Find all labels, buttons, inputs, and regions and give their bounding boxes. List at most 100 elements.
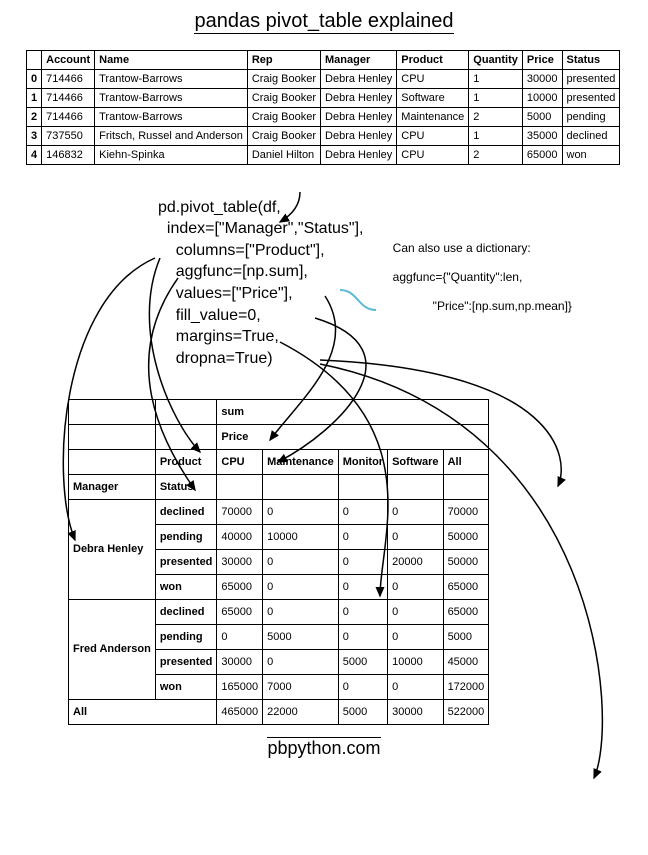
cell: 65000 (443, 574, 489, 599)
table-row: Fred Andersondeclined6500000065000 (69, 599, 489, 624)
code-line: dropna=True) (158, 350, 273, 367)
cell: 0 (263, 574, 339, 599)
pivot-manager-cell: Debra Henley (69, 499, 156, 599)
row-index: 4 (27, 146, 42, 165)
cell: 50000 (443, 549, 489, 574)
code-line: aggfunc=[np.sum], (158, 263, 308, 280)
cell: 172000 (443, 674, 489, 699)
cell: Debra Henley (321, 70, 397, 89)
source-column-header: Account (42, 51, 95, 70)
pivot-aggfunc-header: sum (217, 399, 489, 424)
pivot-column-header: Software (388, 449, 443, 474)
cell: Craig Booker (247, 127, 320, 146)
pivot-manager-cell: Fred Anderson (69, 599, 156, 699)
cell: 0 (338, 549, 387, 574)
cell: 35000 (522, 127, 562, 146)
cell: 30000 (217, 549, 263, 574)
cell: 0 (338, 499, 387, 524)
source-column-header: Rep (247, 51, 320, 70)
code-line: columns=["Product"], (158, 242, 325, 259)
cell: Trantow-Barrows (95, 108, 248, 127)
source-column-header: Product (397, 51, 469, 70)
cell: presented (562, 70, 620, 89)
footer-attribution: pbpython.com (267, 737, 380, 759)
table-row: 0714466Trantow-BarrowsCraig BookerDebra … (27, 70, 620, 89)
cell: 65000 (522, 146, 562, 165)
cell: 1 (469, 127, 523, 146)
cell: 65000 (443, 599, 489, 624)
pivot-total-cell: 30000 (388, 699, 443, 724)
cell: 70000 (217, 499, 263, 524)
source-column-header: Status (562, 51, 620, 70)
cell: 1 (469, 70, 523, 89)
cell: Debra Henley (321, 89, 397, 108)
cell: 70000 (443, 499, 489, 524)
cell: 5000 (338, 649, 387, 674)
note-line: aggfunc={"Quantity":len, (393, 270, 523, 284)
note-line: Can also use a dictionary: (393, 241, 531, 255)
cell: won (562, 146, 620, 165)
cell: Craig Booker (247, 70, 320, 89)
cell: declined (562, 127, 620, 146)
cell: 714466 (42, 108, 95, 127)
cell: 165000 (217, 674, 263, 699)
source-column-header: Price (522, 51, 562, 70)
cell: CPU (397, 127, 469, 146)
pivot-total-cell: 465000 (217, 699, 263, 724)
cell: Debra Henley (321, 127, 397, 146)
pivot-index-label-1: Status (155, 474, 217, 499)
cell: 30000 (217, 649, 263, 674)
cell: Fritsch, Russel and Anderson (95, 127, 248, 146)
table-row: Debra Henleydeclined7000000070000 (69, 499, 489, 524)
cell: Trantow-Barrows (95, 89, 248, 108)
cell: 2 (469, 146, 523, 165)
row-index: 1 (27, 89, 42, 108)
cell: Trantow-Barrows (95, 70, 248, 89)
cell: Craig Booker (247, 108, 320, 127)
cell: 737550 (42, 127, 95, 146)
cell: 7000 (263, 674, 339, 699)
pivot-status-cell: won (155, 574, 217, 599)
cell: 50000 (443, 524, 489, 549)
aggfunc-dict-note: Can also use a dictionary: aggfunc={"Qua… (386, 227, 586, 313)
pivot-values-header: Price (217, 424, 489, 449)
cell: 0 (388, 599, 443, 624)
cell: 0 (338, 524, 387, 549)
cell: 5000 (522, 108, 562, 127)
cell: 2 (469, 108, 523, 127)
cell: 1 (469, 89, 523, 108)
cell: 0 (388, 524, 443, 549)
cell: 0 (263, 499, 339, 524)
pivot-index-label-0: Manager (69, 474, 156, 499)
code-line: values=["Price"], (158, 285, 293, 302)
pivot-result-table: sum Price Product CPUMaintenanceMonitorS… (68, 399, 489, 725)
note-line: "Price":[np.sum,np.mean]} (393, 299, 572, 313)
pivot-column-header: Monitor (338, 449, 387, 474)
table-row: 3737550Fritsch, Russel and AndersonCraig… (27, 127, 620, 146)
pivot-column-header: Maintenance (263, 449, 339, 474)
cell: Debra Henley (321, 146, 397, 165)
cell: 0 (263, 549, 339, 574)
cell: 0 (338, 599, 387, 624)
cell: 40000 (217, 524, 263, 549)
pivot-status-cell: presented (155, 649, 217, 674)
cell: 0 (338, 574, 387, 599)
pivot-code-block: pd.pivot_table(df, index=["Manager","Sta… (158, 175, 640, 391)
cell: Software (397, 89, 469, 108)
cell: 714466 (42, 89, 95, 108)
row-index: 2 (27, 108, 42, 127)
source-dataframe-table: AccountNameRepManagerProductQuantityPric… (26, 50, 620, 165)
source-column-header: Manager (321, 51, 397, 70)
cell: 0 (388, 624, 443, 649)
cell: 0 (217, 624, 263, 649)
pivot-status-cell: won (155, 674, 217, 699)
page-title: pandas pivot_table explained (194, 10, 453, 34)
cell: Craig Booker (247, 89, 320, 108)
pivot-status-cell: declined (155, 599, 217, 624)
cell: presented (562, 89, 620, 108)
pivot-total-cell: 522000 (443, 699, 489, 724)
table-row: 4146832Kiehn-SpinkaDaniel HiltonDebra He… (27, 146, 620, 165)
cell: 30000 (522, 70, 562, 89)
pivot-total-cell: 22000 (263, 699, 339, 724)
cell: 0 (388, 574, 443, 599)
